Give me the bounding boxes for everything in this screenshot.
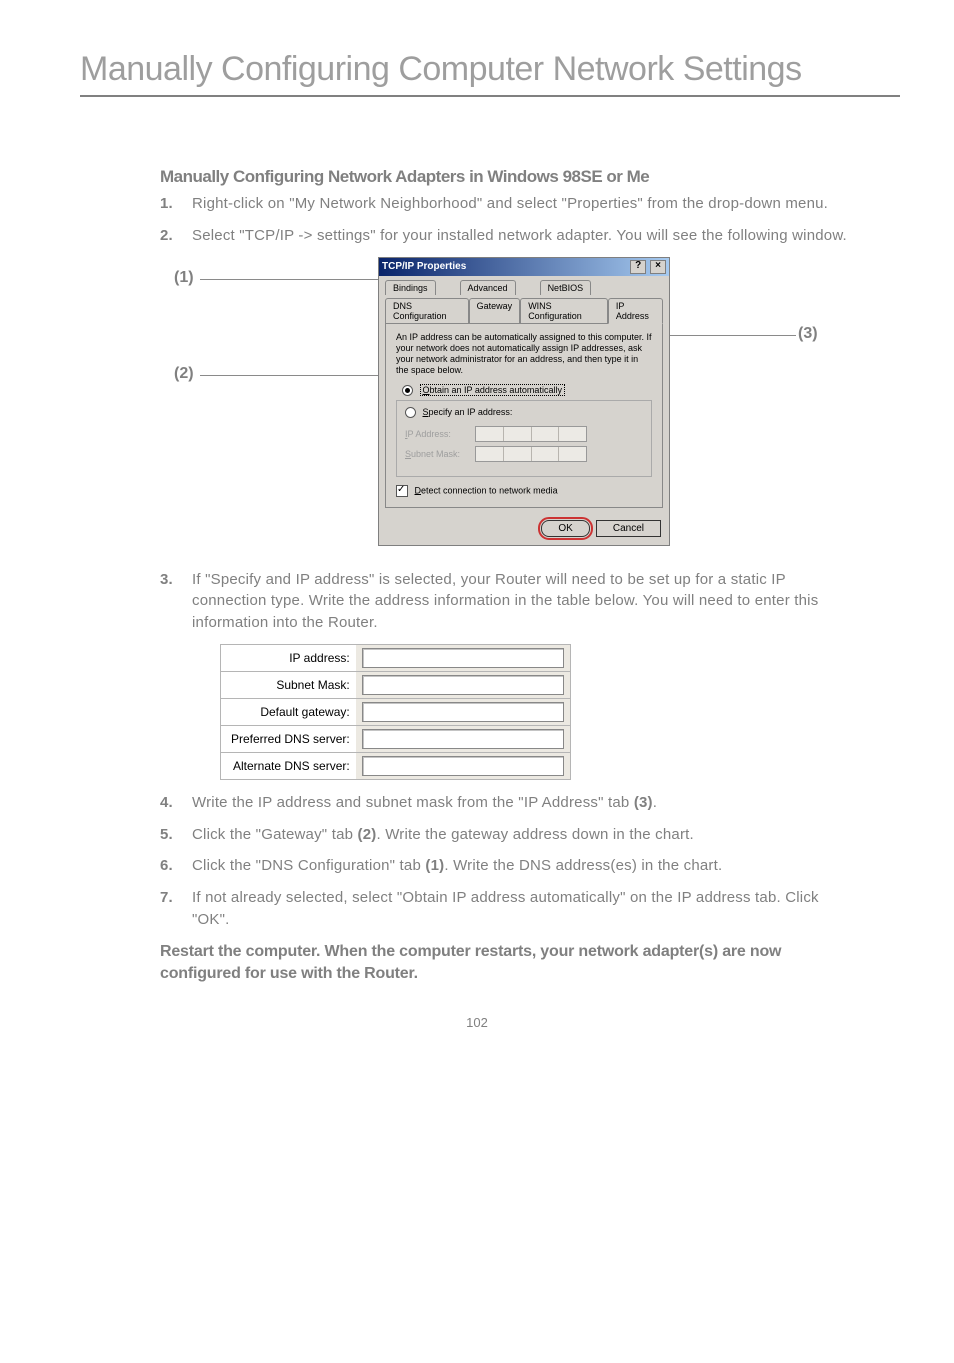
- step-num: 4.: [160, 792, 192, 814]
- callout-line: [668, 335, 796, 336]
- step-ref: (1): [425, 857, 444, 874]
- radio-label-u: O: [423, 385, 430, 395]
- checkbox-icon: [396, 485, 408, 497]
- radio-specify[interactable]: Specify an IP address:: [403, 407, 514, 418]
- radio-icon: [402, 385, 413, 396]
- callout-3: (3): [798, 325, 818, 343]
- input-adns[interactable]: [362, 756, 564, 776]
- ip-address-field: [475, 426, 587, 442]
- tab-bindings[interactable]: Bindings: [385, 280, 436, 295]
- input-subnet[interactable]: [362, 675, 564, 695]
- step-text: If "Specify and IP address" is selected,…: [192, 569, 860, 634]
- dialog-title: TCP/IP Properties: [382, 261, 466, 272]
- subnet-label: ubnet Mask:: [411, 449, 460, 459]
- restart-note: Restart the computer. When the computer …: [160, 941, 860, 986]
- tab-netbios[interactable]: NetBIOS: [540, 280, 592, 295]
- rule: [80, 95, 900, 97]
- input-ip[interactable]: [362, 648, 564, 668]
- step-text: Write the IP address and subnet mask fro…: [192, 792, 860, 814]
- label-adns: Alternate DNS server:: [221, 752, 356, 779]
- step-text: Click the "DNS Configuration" tab (1). W…: [192, 855, 860, 877]
- callout-line: [200, 279, 380, 280]
- callout-line: [200, 375, 380, 376]
- radio-icon: [405, 407, 416, 418]
- input-gateway[interactable]: [362, 702, 564, 722]
- input-pdns[interactable]: [362, 729, 564, 749]
- ok-button[interactable]: OK: [541, 520, 589, 537]
- radio-label: pecify an IP address:: [429, 407, 513, 417]
- step-ref: (2): [358, 826, 377, 843]
- tcpip-dialog: TCP/IP Properties ? × Bindings Advanced …: [378, 257, 670, 546]
- step-post: . Write the gateway address down in the …: [376, 826, 693, 843]
- chapter-title: Manually Configuring Computer Network Se…: [80, 50, 874, 89]
- callout-1: (1): [174, 269, 194, 287]
- step-num: 7.: [160, 887, 192, 931]
- detect-checkbox[interactable]: Detect connection to network media: [396, 485, 652, 497]
- step-ref: (3): [634, 794, 653, 811]
- step-pre: Click the "Gateway" tab: [192, 826, 358, 843]
- radio-label: btain an IP address automatically: [430, 385, 562, 395]
- step-post: .: [653, 794, 657, 811]
- callout-2: (2): [174, 365, 194, 383]
- help-icon[interactable]: ?: [630, 260, 646, 274]
- step-num: 6.: [160, 855, 192, 877]
- page-number: 102: [80, 1015, 874, 1030]
- section-subhead: Manually Configuring Network Adapters in…: [160, 167, 860, 187]
- step-text: Select "TCP/IP -> settings" for your ins…: [192, 225, 860, 247]
- tab-dns[interactable]: DNS Configuration: [385, 298, 469, 323]
- step-num: 5.: [160, 824, 192, 846]
- step-text: Click the "Gateway" tab (2). Write the g…: [192, 824, 860, 846]
- dialog-desc: An IP address can be automatically assig…: [396, 332, 652, 377]
- step-text: If not already selected, select "Obtain …: [192, 887, 860, 931]
- subnet-mask-field: [475, 446, 587, 462]
- step-pre: Write the IP address and subnet mask fro…: [192, 794, 634, 811]
- step-num: 3.: [160, 569, 192, 634]
- step-num: 2.: [160, 225, 192, 247]
- step-num: 1.: [160, 193, 192, 215]
- cancel-button[interactable]: Cancel: [596, 520, 661, 537]
- tab-advanced[interactable]: Advanced: [460, 280, 516, 295]
- label-pdns: Preferred DNS server:: [221, 725, 356, 752]
- ip-label: P Address:: [408, 429, 451, 439]
- label-ip: IP address:: [221, 644, 356, 671]
- step-pre: Click the "DNS Configuration" tab: [192, 857, 425, 874]
- tab-gateway[interactable]: Gateway: [469, 298, 521, 323]
- step-text: Right-click on "My Network Neighborhood"…: [192, 193, 860, 215]
- label-gateway: Default gateway:: [221, 698, 356, 725]
- radio-obtain[interactable]: Obtain an IP address automatically: [402, 385, 652, 396]
- close-icon[interactable]: ×: [650, 260, 666, 274]
- tab-ipaddress[interactable]: IP Address: [608, 298, 663, 324]
- address-table: IP address: Subnet Mask: Default gateway…: [220, 644, 571, 780]
- dialog-figure: (1) (2) (3) TCP/IP Properties ? × Bindin…: [178, 257, 860, 557]
- step-post: . Write the DNS address(es) in the chart…: [444, 857, 722, 874]
- tab-wins[interactable]: WINS Configuration: [520, 298, 608, 323]
- detect-label: etect connection to network media: [421, 485, 558, 495]
- label-subnet: Subnet Mask:: [221, 671, 356, 698]
